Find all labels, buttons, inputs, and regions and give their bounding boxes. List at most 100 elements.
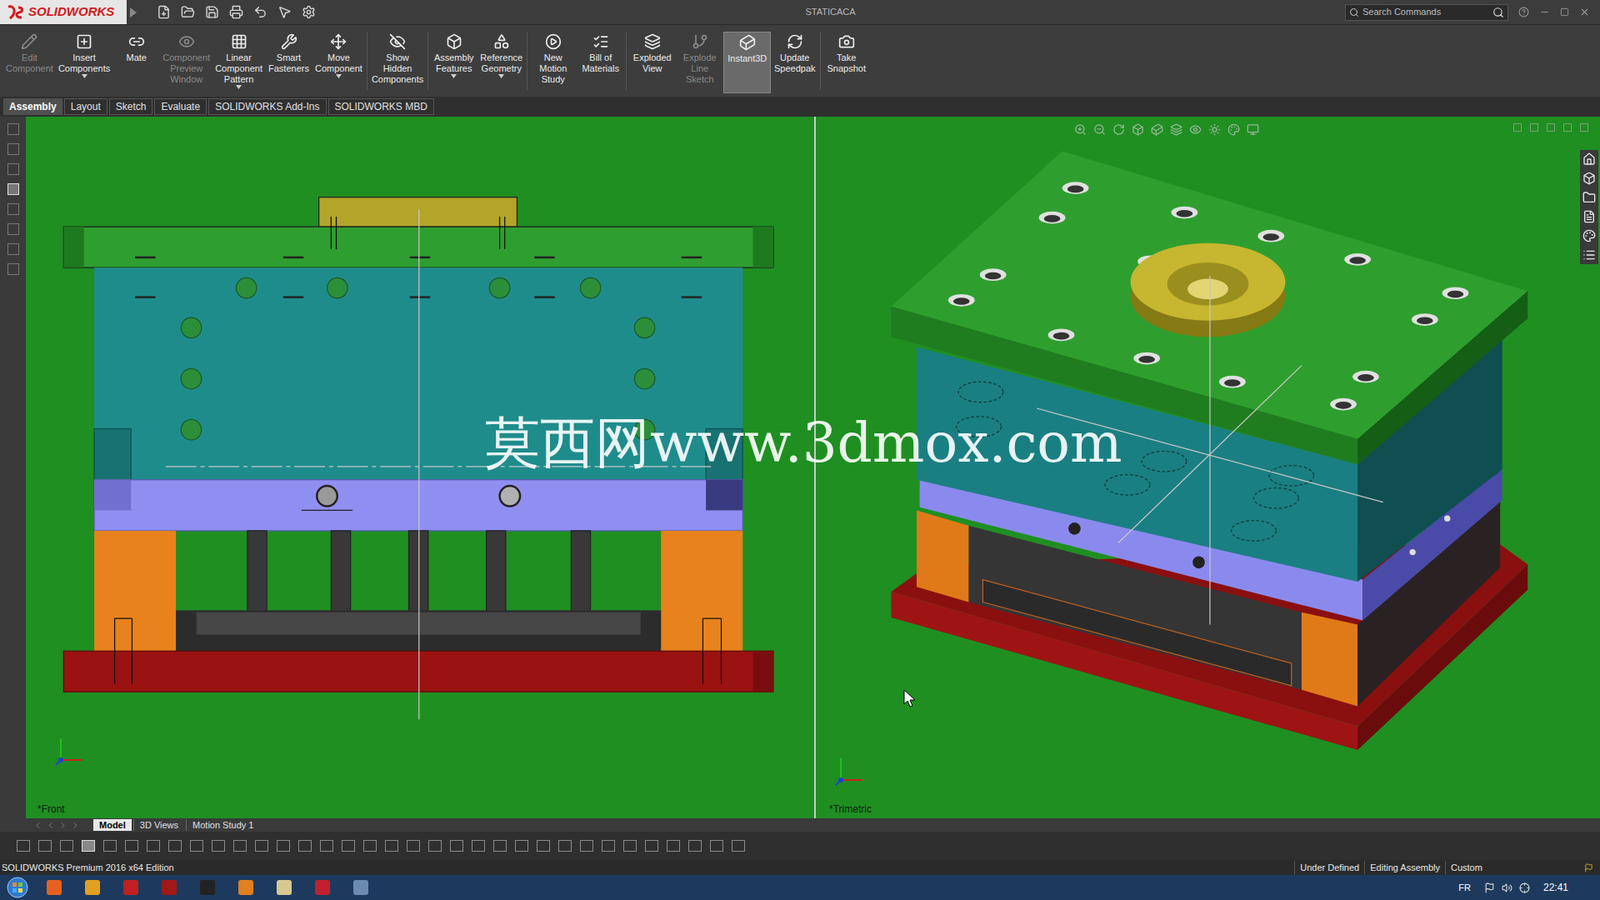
tab-scroll-icon[interactable] [70,820,80,830]
toolbar-tool-icon[interactable] [623,840,637,852]
toolbar-tool-icon[interactable] [233,840,247,852]
quick-tool-icon[interactable] [156,5,171,20]
ribbon-button[interactable]: NewMotionStudy [529,31,577,94]
ribbon-button[interactable]: ComponentPreviewWindow [160,31,213,94]
quick-tool-icon[interactable] [253,5,268,20]
panel-tab-icon[interactable] [7,263,20,275]
quick-tool-icon[interactable] [229,5,244,20]
help-icon[interactable] [1518,6,1530,18]
menu-arrow-icon[interactable] [130,7,137,18]
ribbon-button[interactable]: TakeSnapshot [822,31,870,94]
toolbar-tool-icon[interactable] [428,840,442,852]
viewport-control-icon[interactable] [1513,123,1522,132]
toolbar-tool-icon[interactable] [81,840,95,852]
toolbar-tool-icon[interactable] [190,840,204,852]
toolbar-tool-icon[interactable] [558,840,572,852]
toolbar-tool-icon[interactable] [580,840,594,852]
task-pane-icon[interactable] [1582,152,1596,166]
command-tab[interactable]: Evaluate [154,98,207,115]
task-pane-icon[interactable] [1582,229,1596,243]
maximize-icon[interactable] [1560,7,1570,17]
toolbar-tool-icon[interactable] [168,840,182,852]
toolbar-tool-icon[interactable] [450,840,464,852]
status-field[interactable]: Custom [1445,860,1525,875]
panel-tab-icon[interactable] [7,163,20,175]
viewport-control-icon[interactable] [1580,123,1589,132]
viewport-control-icon[interactable] [1546,123,1555,132]
panel-tab-icon[interactable] [7,123,20,135]
ribbon-button[interactable]: SmartFasteners [265,31,313,94]
ribbon-button[interactable]: EditComponent [3,31,56,94]
panel-tab-icon[interactable] [7,223,20,235]
tray-volume-icon[interactable] [1501,882,1513,894]
start-button-icon[interactable] [6,876,29,899]
panel-tab-icon[interactable] [7,143,20,155]
toolbar-tool-icon[interactable] [601,840,615,852]
toolbar-tool-icon[interactable] [710,840,724,852]
taskbar-app-icon[interactable] [195,877,220,898]
quick-tool-icon[interactable] [205,5,220,20]
view-tool-icon[interactable] [1208,123,1221,136]
task-pane-icon[interactable] [1582,210,1596,224]
command-tab[interactable]: Sketch [109,98,154,115]
command-tab[interactable]: Layout [64,98,108,115]
tab-scroll-icon[interactable] [33,820,43,830]
toolbar-tool-icon[interactable] [276,840,290,852]
taskbar-app-icon[interactable] [271,877,297,898]
toolbar-tool-icon[interactable] [515,840,529,852]
ribbon-button[interactable]: Instant3D [723,31,771,94]
command-tab[interactable]: SOLIDWORKS Add-Ins [208,98,326,115]
ribbon-button[interactable]: InsertComponents [55,31,113,94]
viewport-control-icon[interactable] [1563,123,1572,132]
view-tool-icon[interactable] [1246,123,1260,136]
taskbar-app-icon[interactable] [80,877,105,898]
tray-flag-icon[interactable] [1484,882,1495,894]
view-tool-icon[interactable] [1150,123,1164,136]
toolbar-tool-icon[interactable] [363,840,377,852]
toolbar-tool-icon[interactable] [103,840,117,852]
toolbar-tool-icon[interactable] [16,840,30,852]
ribbon-button[interactable]: UpdateSpeedpak [770,31,819,94]
ribbon-button[interactable]: Mate [112,31,160,94]
task-pane-icon[interactable] [1582,248,1596,262]
tab-scroll-icon[interactable] [58,820,68,830]
toolbar-tool-icon[interactable] [666,840,680,852]
ribbon-button[interactable]: Bill ofMaterials [576,31,625,94]
taskbar-app-icon[interactable] [310,877,335,898]
command-tab[interactable]: Assembly [3,98,63,115]
view-tool-icon[interactable] [1227,123,1240,136]
toolbar-tool-icon[interactable] [731,840,745,852]
quick-tool-icon[interactable] [277,5,292,20]
view-tool-icon[interactable] [1189,123,1202,136]
viewport-control-icon[interactable] [1530,123,1539,132]
panel-tab-icon[interactable] [7,243,20,255]
panel-tab-icon[interactable] [7,183,20,195]
toolbar-tool-icon[interactable] [536,840,550,852]
taskbar-app-icon[interactable] [348,877,374,898]
bottom-tab[interactable]: Motion Study 1 [185,819,260,831]
ribbon-button[interactable]: ExplodeLineSketch [675,31,724,94]
toolbar-tool-icon[interactable] [385,840,399,852]
bottom-tab[interactable]: Model [93,819,132,831]
toolbar-tool-icon[interactable] [146,840,160,852]
panel-tab-icon[interactable] [7,203,20,215]
toolbar-tool-icon[interactable] [688,840,702,852]
logo[interactable]: SOLIDWORKS [0,0,127,25]
quick-tool-icon[interactable] [301,5,316,20]
toolbar-tool-icon[interactable] [211,840,225,852]
command-tab[interactable]: SOLIDWORKS MBD [328,98,435,115]
toolbar-tool-icon[interactable] [493,840,507,852]
search-button-icon[interactable] [1492,6,1505,19]
toolbar-tool-icon[interactable] [38,840,52,852]
task-pane-icon[interactable] [1582,190,1596,205]
toolbar-tool-icon[interactable] [320,840,334,852]
view-tool-icon[interactable] [1170,123,1183,136]
close-icon[interactable] [1579,6,1590,18]
search-box[interactable]: Search Commands [1345,4,1509,21]
language-indicator[interactable]: FR [1458,880,1471,895]
view-tool-icon[interactable] [1112,123,1125,136]
ribbon-button[interactable]: ReferenceGeometry [477,31,525,94]
toolbar-tool-icon[interactable] [298,840,312,852]
tab-scroll-icon[interactable] [45,820,55,830]
status-flag-icon[interactable] [1584,863,1594,873]
